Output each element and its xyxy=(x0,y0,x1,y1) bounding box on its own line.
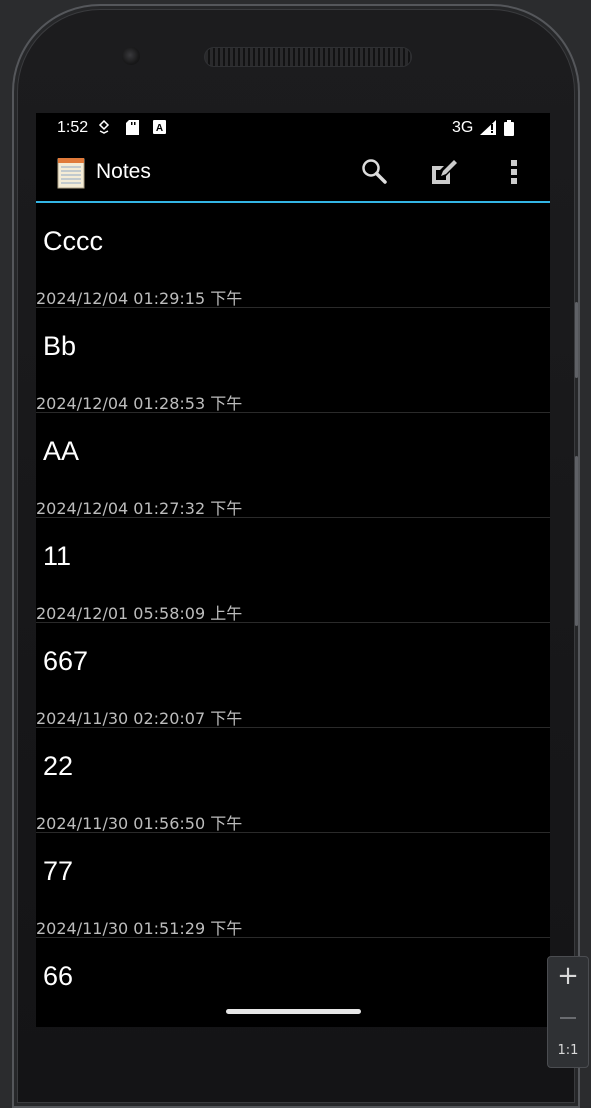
note-title: 667 xyxy=(43,646,89,676)
note-date: 2024/11/30 02:20:07 下午 xyxy=(36,709,243,728)
battery-icon xyxy=(504,120,514,141)
note-date: 2024/12/01 05:58:09 上午 xyxy=(36,604,243,623)
location-icon xyxy=(98,119,110,139)
note-title: 66 xyxy=(43,961,74,991)
home-indicator[interactable] xyxy=(226,1009,361,1014)
note-title: 77 xyxy=(43,856,74,886)
new-note-icon xyxy=(432,160,457,184)
signal-icon xyxy=(480,120,496,140)
status-time: 1:52 xyxy=(57,119,89,136)
list-item[interactable]: 22 2024/11/30 01:56:50 下午 xyxy=(36,728,550,833)
zoom-controls: + 1:1 xyxy=(547,956,589,1068)
status-bar: 1:52 A 3G xyxy=(36,113,550,143)
note-title: 11 xyxy=(43,541,72,571)
note-title: AA xyxy=(43,436,80,466)
list-item[interactable]: AA 2024/12/04 01:27:32 下午 xyxy=(36,413,550,518)
note-date: 2024/12/04 01:29:15 下午 xyxy=(36,289,243,308)
action-bar: Notes xyxy=(36,143,550,203)
zoom-out-button[interactable] xyxy=(560,1017,576,1019)
note-title: Cccc xyxy=(43,226,103,256)
note-date: 2024/12/04 01:28:53 下午 xyxy=(36,394,243,413)
app-title: Notes xyxy=(96,160,151,183)
note-title: 22 xyxy=(43,751,74,781)
overflow-menu-button[interactable] xyxy=(499,157,529,187)
search-button[interactable] xyxy=(360,157,390,187)
zoom-in-button[interactable]: + xyxy=(548,961,588,991)
overflow-menu-icon xyxy=(511,160,517,184)
emulator-scrollbar-top[interactable] xyxy=(575,302,578,378)
front-camera xyxy=(122,47,140,65)
notepad-icon xyxy=(57,157,85,193)
note-title: Bb xyxy=(43,331,77,361)
list-item[interactable]: 77 2024/11/30 01:51:29 下午 xyxy=(36,833,550,938)
emulator-scrollbar-main[interactable] xyxy=(575,456,578,626)
earpiece-speaker xyxy=(204,47,412,67)
sd-card-icon xyxy=(126,120,139,140)
svg-text:A: A xyxy=(156,123,163,134)
note-date: 2024/11/30 01:51:29 下午 xyxy=(36,919,243,938)
list-item[interactable]: Bb 2024/12/04 01:28:53 下午 xyxy=(36,308,550,413)
network-type: 3G xyxy=(452,119,474,136)
new-note-button[interactable] xyxy=(429,157,459,187)
list-item[interactable]: 11 2024/12/01 05:58:09 上午 xyxy=(36,518,550,623)
notes-list: Cccc 2024/12/04 01:29:15 下午 Bb 2024/12/0… xyxy=(36,203,550,1027)
keyboard-a-icon: A xyxy=(153,120,166,139)
note-date: 2024/12/04 01:27:32 下午 xyxy=(36,499,243,518)
list-item[interactable]: 667 2024/11/30 02:20:07 下午 xyxy=(36,623,550,728)
search-icon xyxy=(362,159,387,184)
device-screen: 1:52 A 3G Notes Cccc 2024/12/04 01:29:15… xyxy=(36,113,550,1027)
list-item[interactable]: Cccc 2024/12/04 01:29:15 下午 xyxy=(36,203,550,308)
note-date: 2024/11/30 01:56:50 下午 xyxy=(36,814,243,833)
